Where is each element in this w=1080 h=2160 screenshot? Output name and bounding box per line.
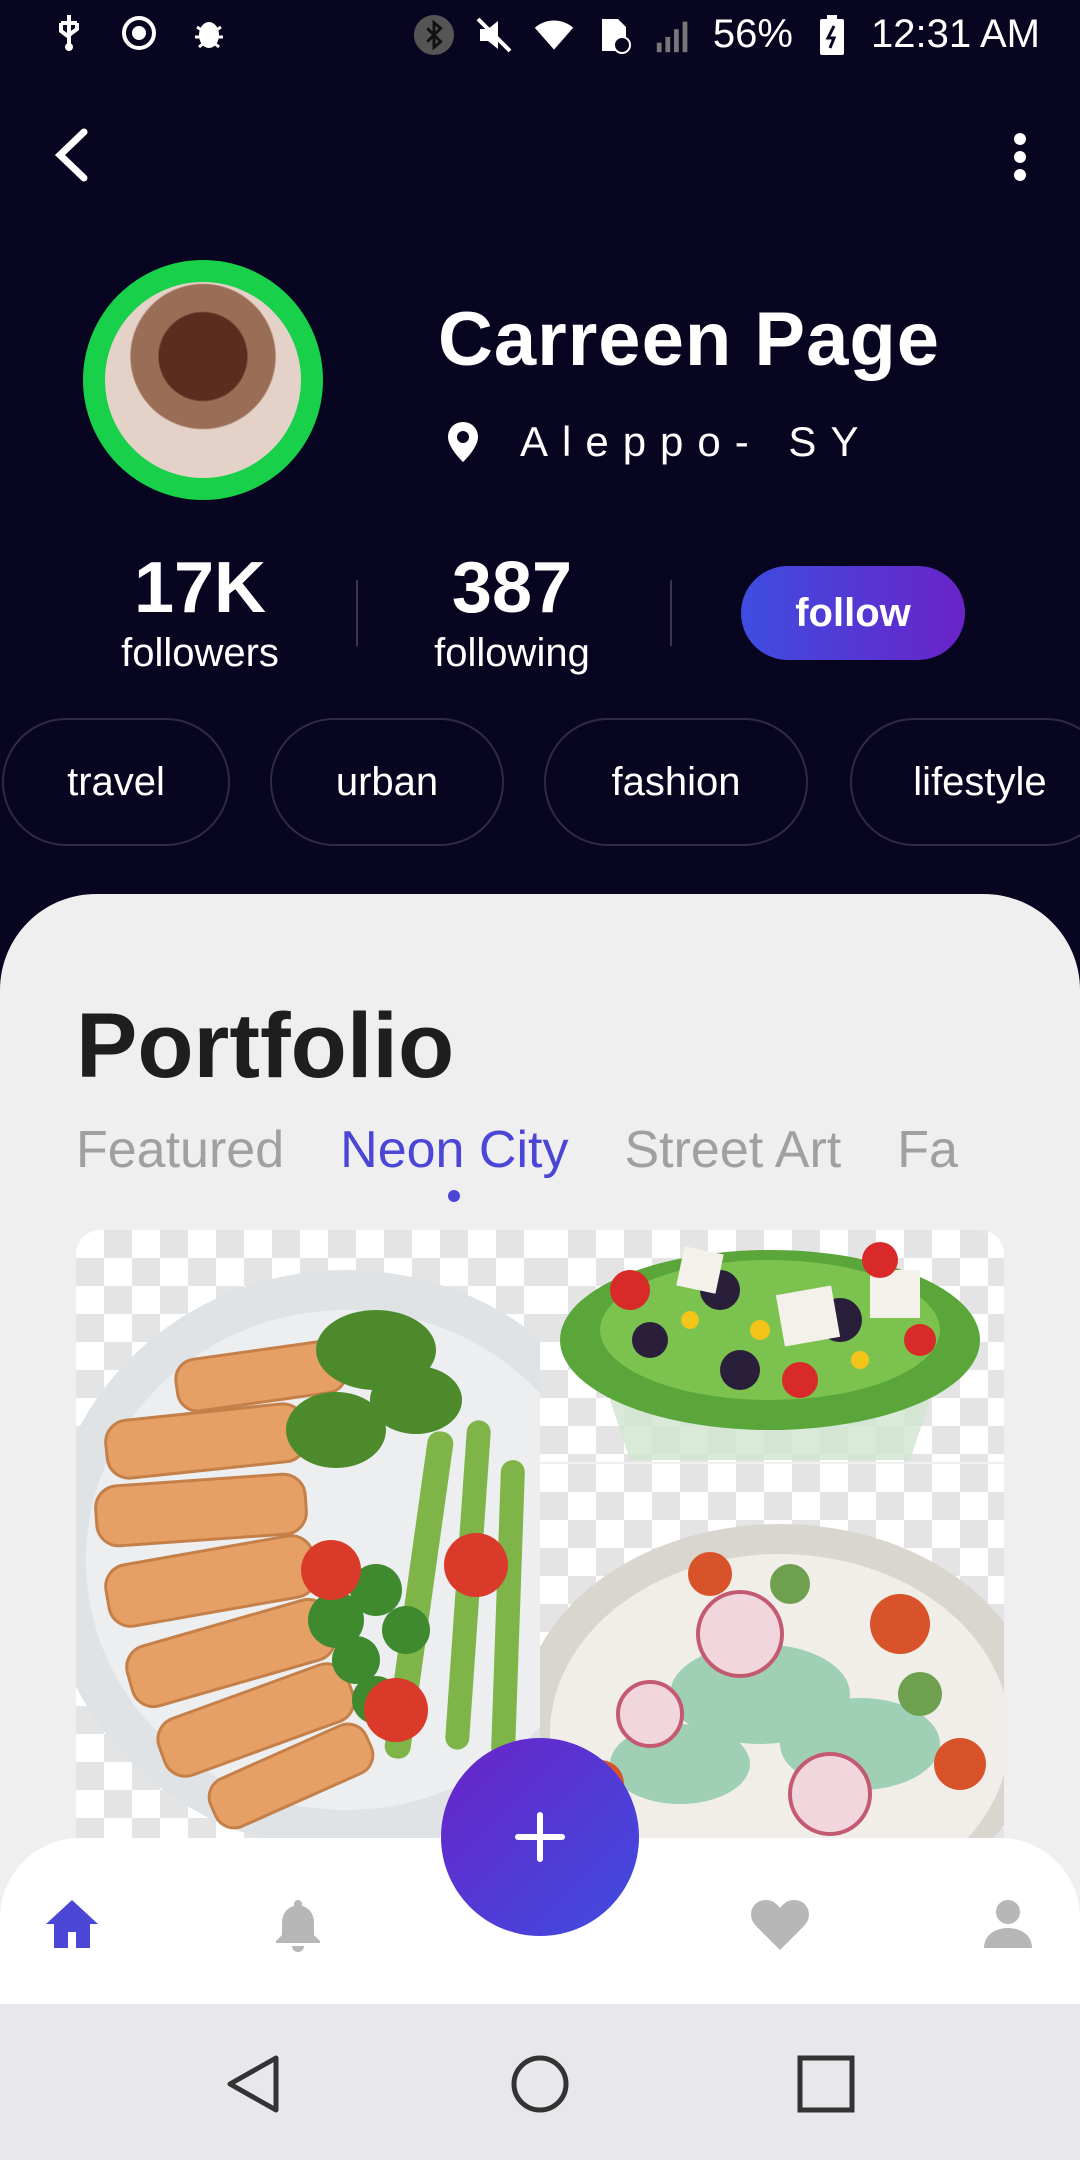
battery-icon [811, 14, 853, 56]
avatar-photo [105, 282, 301, 478]
tab-neon-city[interactable]: Neon City [340, 1120, 569, 1202]
followers-count: 17K [133, 548, 267, 628]
tab-fashion-partial[interactable]: Fa [897, 1120, 958, 1180]
profile-name: Carreen Page [438, 297, 941, 382]
signal-icon [653, 14, 695, 56]
salad-bowl-image [560, 1242, 980, 1460]
triangle-back-icon [227, 2055, 279, 2113]
add-post-button[interactable] [441, 1738, 639, 1936]
location-text: Aleppo- SY [520, 418, 873, 465]
following-stat[interactable]: 387 following [372, 548, 652, 678]
portfolio-photo-chicken-plate[interactable] [76, 1230, 540, 1840]
portfolio-title: Portfolio [76, 995, 455, 1097]
square-recents-icon [797, 2055, 855, 2113]
back-button[interactable] [42, 120, 112, 190]
status-bar: 56% 12:31 AM [0, 0, 1080, 72]
person-icon [984, 1900, 1032, 1948]
more-vert-icon [1014, 133, 1026, 181]
tab-street-art[interactable]: Street Art [624, 1120, 841, 1180]
debug-icon [188, 12, 230, 54]
wifi-icon [533, 14, 575, 56]
food-plate-image [76, 1270, 540, 1840]
system-navigation-bar [0, 2004, 1080, 2160]
home-icon [46, 1900, 98, 1948]
portfolio-tabs: Featured Neon City Street Art Fa [76, 1120, 958, 1202]
followers-label: followers [121, 631, 279, 675]
system-home-button[interactable] [508, 2052, 572, 2116]
sync-icon [118, 12, 160, 54]
avatar[interactable] [83, 260, 323, 500]
bluetooth-icon [413, 14, 455, 56]
battery-percent: 56% [712, 12, 793, 56]
sim-icon [593, 14, 635, 56]
stats-divider [670, 580, 672, 646]
bell-icon [276, 1900, 320, 1952]
usb-icon [48, 12, 90, 54]
chip-urban[interactable]: urban [270, 718, 504, 846]
followers-stat[interactable]: 17K followers [60, 548, 340, 678]
nav-profile-button[interactable] [978, 1894, 1038, 1954]
heart-icon [751, 1900, 809, 1950]
plus-icon [515, 1812, 565, 1862]
nav-home-button[interactable] [42, 1894, 102, 1954]
chip-travel[interactable]: travel [2, 718, 230, 846]
following-count: 387 [451, 548, 573, 628]
active-tab-indicator [448, 1190, 461, 1202]
follow-button[interactable]: follow [741, 566, 965, 660]
chip-lifestyle[interactable]: lifestyle [850, 718, 1080, 846]
profile-location: Aleppo- SY [446, 418, 872, 466]
tab-neon-city-label: Neon City [340, 1121, 569, 1179]
stats-divider [356, 580, 358, 646]
clock: 12:31 AM [870, 12, 1040, 56]
circle-home-icon [511, 2055, 569, 2113]
back-arrow-icon [54, 128, 88, 182]
portfolio-photo-salad-bowl[interactable] [540, 1230, 1004, 1462]
tab-featured[interactable]: Featured [76, 1120, 284, 1180]
system-back-button[interactable] [222, 2052, 286, 2116]
system-recents-button[interactable] [794, 2052, 858, 2116]
mute-icon [473, 14, 515, 56]
following-label: following [434, 631, 590, 675]
location-pin-icon [448, 422, 478, 462]
chip-fashion[interactable]: fashion [544, 718, 808, 846]
nav-notifications-button[interactable] [268, 1894, 328, 1954]
more-options-button[interactable] [1000, 125, 1040, 195]
nav-favorites-button[interactable] [748, 1894, 809, 1954]
